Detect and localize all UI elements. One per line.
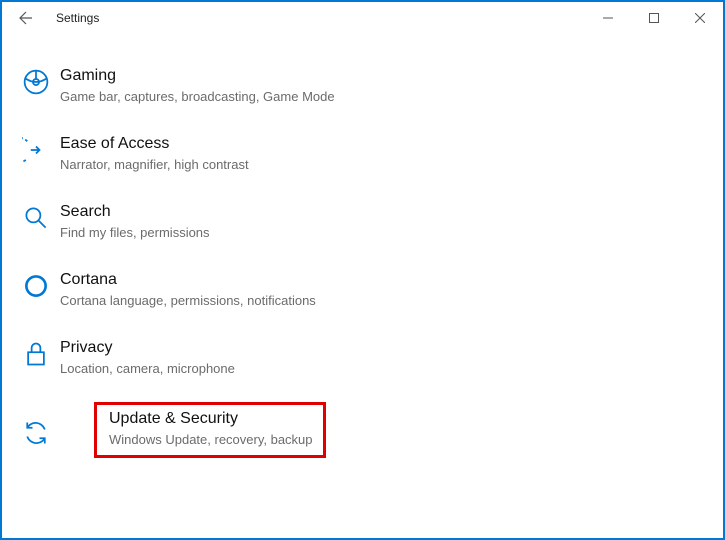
item-desc: Find my files, permissions: [60, 224, 210, 242]
minimize-button[interactable]: [585, 2, 631, 34]
item-title: Update & Security: [109, 409, 313, 430]
maximize-icon: [649, 13, 659, 23]
item-title: Cortana: [60, 270, 316, 291]
settings-window: Settings: [0, 0, 725, 540]
item-title: Gaming: [60, 66, 335, 87]
item-desc: Narrator, magnifier, high contrast: [60, 156, 249, 174]
item-title: Privacy: [60, 338, 235, 359]
settings-item-search[interactable]: Search Find my files, permissions: [18, 188, 719, 256]
sync-icon: [18, 411, 54, 447]
item-desc: Windows Update, recovery, backup: [109, 431, 313, 449]
item-desc: Game bar, captures, broadcasting, Game M…: [60, 88, 335, 106]
search-icon: [18, 202, 54, 232]
settings-item-gaming[interactable]: Gaming Game bar, captures, broadcasting,…: [18, 52, 719, 120]
item-title: Search: [60, 202, 210, 223]
item-desc: Cortana language, permissions, notificat…: [60, 292, 316, 310]
arrow-left-icon: [18, 10, 34, 26]
window-controls: [585, 2, 723, 34]
close-button[interactable]: [677, 2, 723, 34]
maximize-button[interactable]: [631, 2, 677, 34]
back-button[interactable]: [12, 4, 40, 32]
close-icon: [695, 13, 705, 23]
highlight-annotation: Update & Security Windows Update, recove…: [94, 402, 326, 458]
settings-item-cortana[interactable]: Cortana Cortana language, permissions, n…: [18, 256, 719, 324]
settings-item-update-security[interactable]: Update & Security Windows Update, recove…: [18, 392, 719, 458]
lock-icon: [18, 338, 54, 368]
cortana-icon: [18, 270, 54, 300]
item-desc: Location, camera, microphone: [60, 360, 235, 378]
settings-item-ease-of-access[interactable]: Ease of Access Narrator, magnifier, high…: [18, 120, 719, 188]
titlebar: Settings: [2, 2, 723, 34]
settings-list: Gaming Game bar, captures, broadcasting,…: [2, 34, 723, 538]
minimize-icon: [603, 13, 613, 23]
gaming-icon: [18, 66, 54, 96]
item-title: Ease of Access: [60, 134, 249, 155]
window-title: Settings: [56, 11, 99, 25]
settings-item-privacy[interactable]: Privacy Location, camera, microphone: [18, 324, 719, 392]
ease-of-access-icon: [18, 134, 54, 164]
